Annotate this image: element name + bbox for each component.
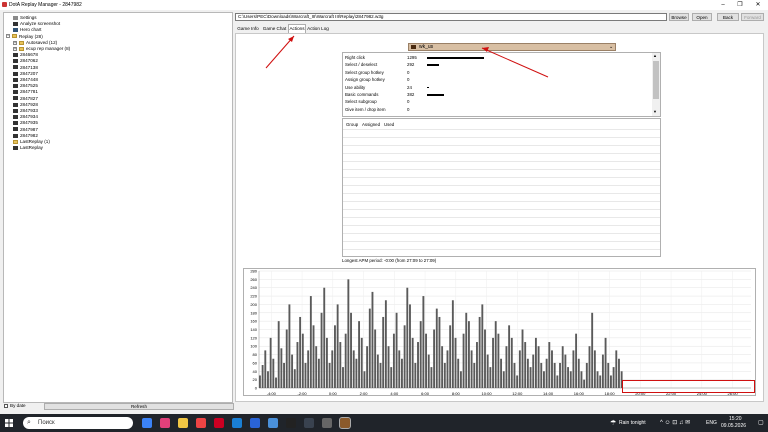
arrow-to-actions-tab xyxy=(265,35,295,69)
replay-manager-taskbar-icon[interactable] xyxy=(339,417,351,429)
telegram-icon[interactable] xyxy=(250,418,260,428)
task-view-icon[interactable] xyxy=(142,418,152,428)
windows-start-icon[interactable] xyxy=(5,419,13,427)
clock-time[interactable]: 15:20 xyxy=(729,416,742,422)
youtube-icon[interactable] xyxy=(214,418,224,428)
weather-icon: ☂ xyxy=(610,420,617,427)
arrowhead-icon xyxy=(482,47,489,52)
instagram-icon[interactable] xyxy=(160,418,170,428)
search-icon: ⌕ xyxy=(27,419,31,426)
warcraft-icon[interactable] xyxy=(322,418,332,428)
notifications-icon[interactable]: ▢ xyxy=(758,419,764,426)
weather-text[interactable]: Rain tonight xyxy=(619,420,646,426)
search-placeholder: Поиск xyxy=(38,420,55,426)
chrome-icon[interactable] xyxy=(196,418,206,428)
notepad-icon[interactable] xyxy=(268,418,278,428)
language-indicator[interactable]: ENG xyxy=(706,420,717,426)
terminal-icon[interactable] xyxy=(304,418,314,428)
edge-icon[interactable] xyxy=(232,418,242,428)
explorer-icon[interactable] xyxy=(178,418,188,428)
annotation-arrows xyxy=(265,35,549,78)
arrow-to-player-select xyxy=(481,47,549,78)
app-icon-dark[interactable] xyxy=(286,418,296,428)
clock-date[interactable]: 09.05.2026 xyxy=(721,423,746,429)
tray-icons[interactable]: ^ ☺ ⊡ ♫ ✉ xyxy=(660,419,690,426)
